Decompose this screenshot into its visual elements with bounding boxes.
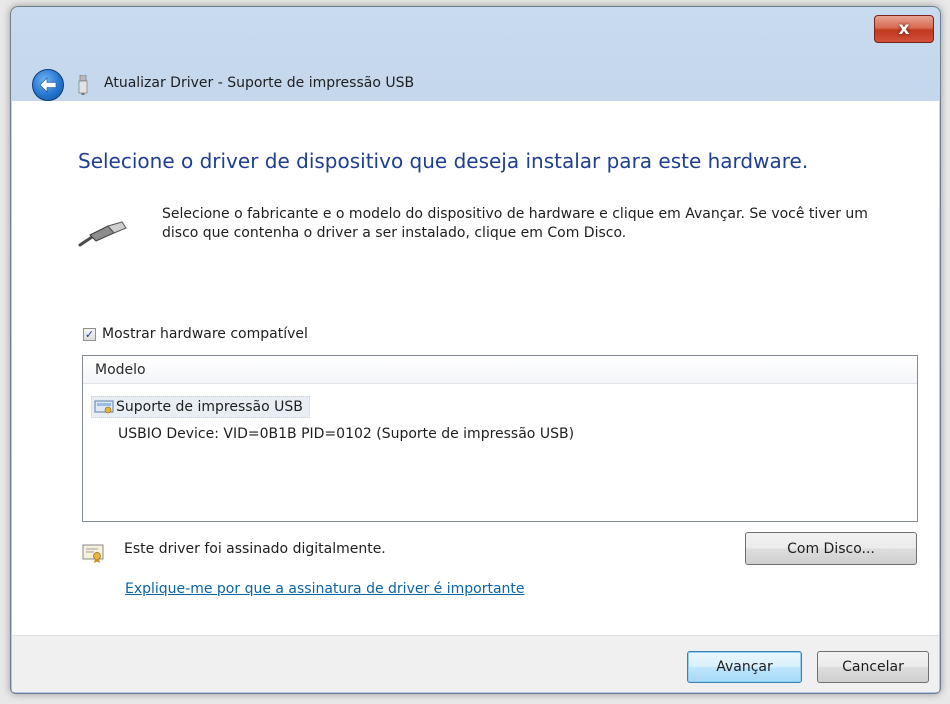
signature-info-link[interactable]: Explique-me por que a assinatura de driv… xyxy=(125,581,525,597)
have-disk-button[interactable]: Com Disco... xyxy=(745,532,917,565)
page-heading: Selecione o driver de dispositivo que de… xyxy=(78,149,809,173)
cancel-button[interactable]: Cancelar xyxy=(817,651,929,683)
show-compatible-label: Mostrar hardware compatível xyxy=(102,326,308,342)
show-compatible-checkbox[interactable]: ✓ xyxy=(83,327,96,341)
usb-cable-icon xyxy=(78,221,127,247)
list-item[interactable]: Suporte de impressão USB xyxy=(91,396,310,418)
model-list[interactable]: Modelo Suporte de impressão USB USBIO De… xyxy=(82,355,918,522)
list-item-label: Suporte de impressão USB xyxy=(116,399,303,415)
title-bar: x Atualizar Driver - Suporte de impressã… xyxy=(11,7,940,101)
certificate-icon xyxy=(82,544,104,563)
instructions-text: Selecione o fabricante e o modelo do dis… xyxy=(162,206,868,241)
close-button[interactable]: x xyxy=(874,15,934,43)
next-button[interactable]: Avançar xyxy=(687,651,802,683)
show-compatible-row[interactable]: ✓ Mostrar hardware compatível xyxy=(83,326,308,342)
close-icon: x xyxy=(898,19,910,39)
usb-plug-icon xyxy=(78,75,88,95)
back-arrow-icon xyxy=(39,77,57,93)
driver-update-window: x Atualizar Driver - Suporte de impressã… xyxy=(10,6,941,694)
column-header-model[interactable]: Modelo xyxy=(83,356,917,384)
back-button[interactable] xyxy=(32,69,64,101)
printer-device-icon xyxy=(94,400,114,414)
wizard-content: Selecione o driver de dispositivo que de… xyxy=(12,101,939,692)
window-title: Atualizar Driver - Suporte de impressão … xyxy=(104,75,415,91)
button-bar: Avançar Cancelar xyxy=(12,635,939,692)
list-item-detail: USBIO Device: VID=0B1B PID=0102 (Suporte… xyxy=(118,426,575,442)
signature-status: Este driver foi assinado digitalmente. xyxy=(124,541,386,557)
